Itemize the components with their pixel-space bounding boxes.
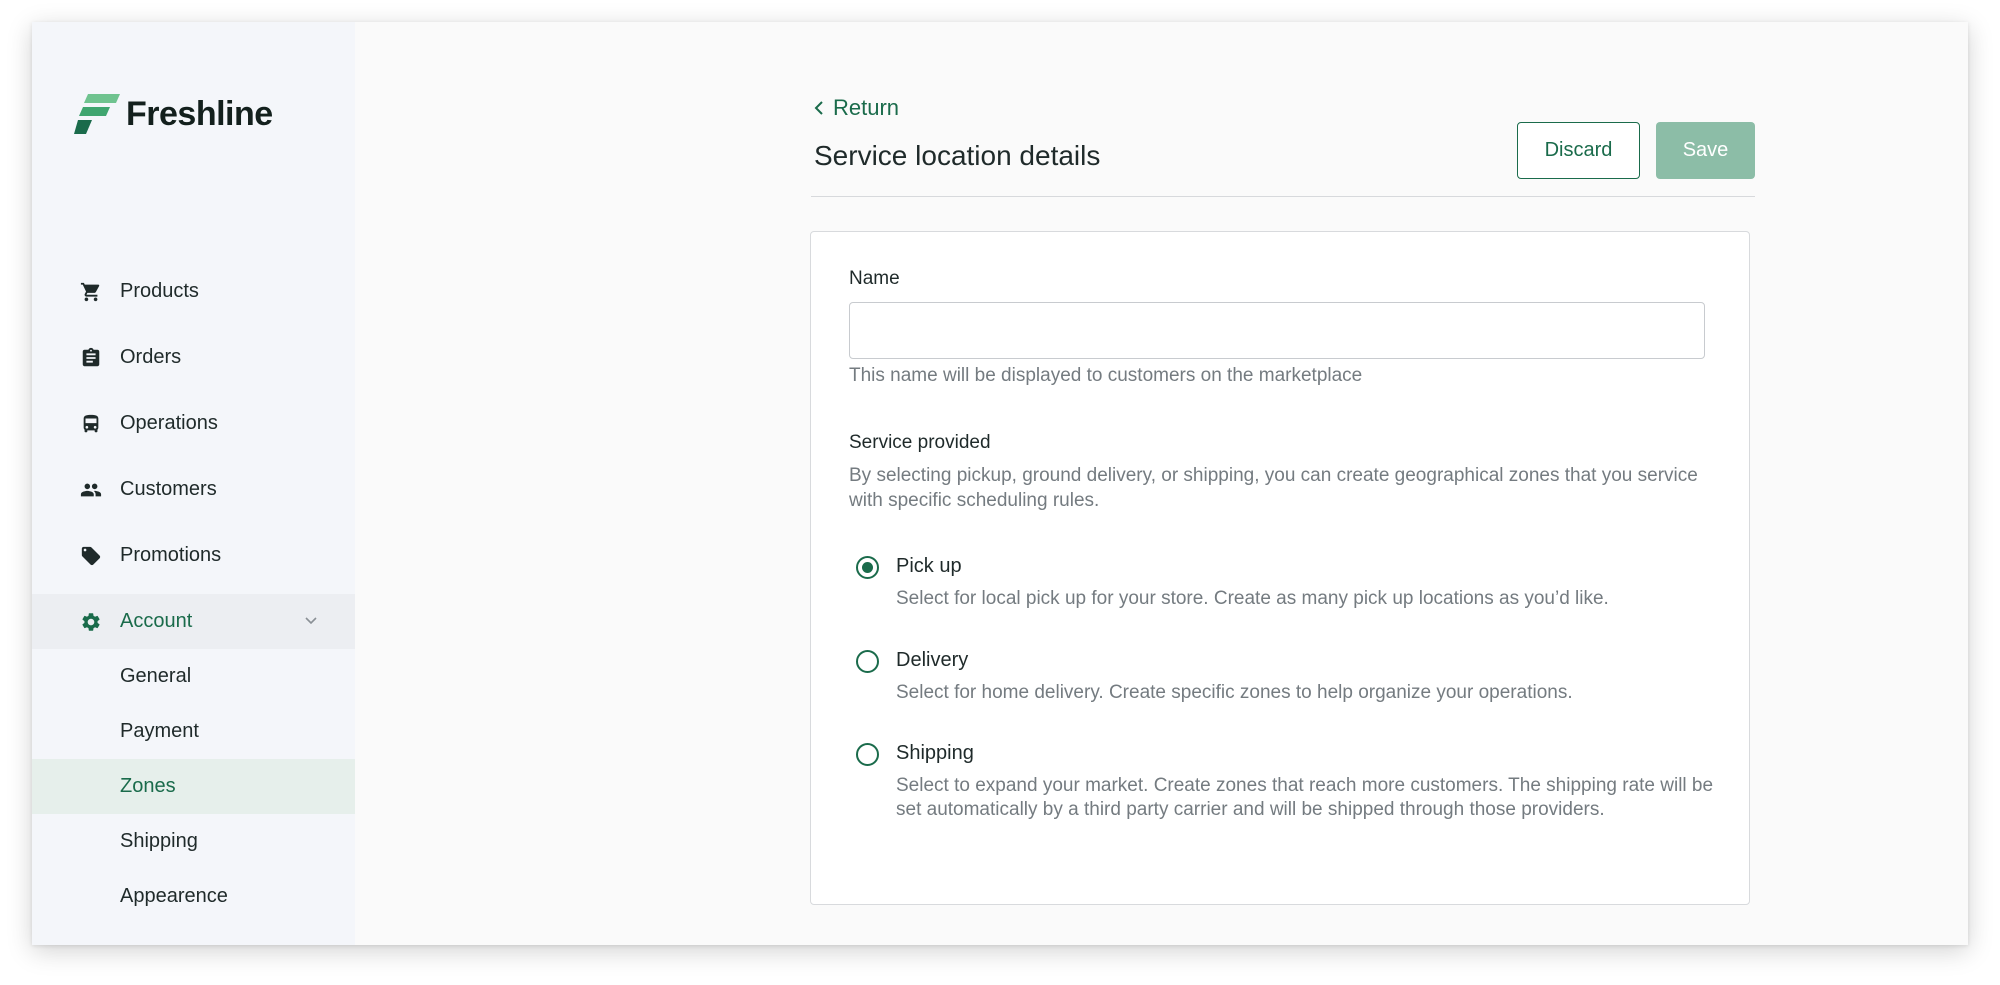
radio-description: Select for local pick up for your store.… bbox=[896, 588, 1609, 609]
sidebar-item-label: Operations bbox=[120, 412, 218, 434]
sidebar-nav: Products Orders Operations Customers Pro… bbox=[32, 264, 355, 924]
page-title: Service location details bbox=[814, 140, 1101, 171]
sidebar-subitem-general[interactable]: General bbox=[32, 649, 355, 704]
name-input[interactable] bbox=[849, 302, 1705, 359]
name-label: Name bbox=[849, 268, 900, 289]
logo-text: Freshline bbox=[126, 94, 273, 133]
sidebar-item-account[interactable]: Account bbox=[32, 594, 355, 649]
sidebar-item-label: Promotions bbox=[120, 544, 222, 566]
radio-button-shipping[interactable] bbox=[856, 743, 879, 766]
cart-icon bbox=[80, 281, 102, 303]
sidebar-subitem-zones[interactable]: Zones bbox=[32, 759, 355, 814]
sidebar-item-label: Products bbox=[120, 280, 199, 302]
tag-icon bbox=[80, 545, 102, 567]
radio-description: Select to expand your market. Create zon… bbox=[896, 775, 1714, 820]
radio-label: Pick up bbox=[896, 555, 962, 577]
clipboard-icon bbox=[80, 347, 102, 369]
sidebar-subitem-appearence[interactable]: Appearence bbox=[32, 869, 355, 924]
sidebar-subitem-shipping[interactable]: Shipping bbox=[32, 814, 355, 869]
service-provided-label: Service provided bbox=[849, 432, 991, 453]
radio-description: Select for home delivery. Create specifi… bbox=[896, 682, 1573, 703]
main-content: Return Service location details Discard … bbox=[355, 22, 1968, 945]
sidebar-item-label: Orders bbox=[120, 346, 182, 368]
gear-icon bbox=[80, 611, 102, 633]
bus-icon bbox=[80, 413, 102, 435]
sidebar-item-products[interactable]: Products bbox=[32, 264, 355, 319]
sidebar-item-customers[interactable]: Customers bbox=[32, 462, 355, 517]
sidebar: Freshline Products Orders Operations Cus… bbox=[32, 22, 355, 945]
sidebar-subitem-payment[interactable]: Payment bbox=[32, 704, 355, 759]
discard-button[interactable]: Discard bbox=[1517, 122, 1640, 179]
return-link[interactable]: Return bbox=[813, 95, 899, 121]
sidebar-item-promotions[interactable]: Promotions bbox=[32, 528, 355, 583]
name-help-text: This name will be displayed to customers… bbox=[849, 365, 1363, 386]
app-window: Freshline Products Orders Operations Cus… bbox=[32, 22, 1968, 945]
chevron-down-icon[interactable] bbox=[303, 612, 319, 628]
account-submenu: General Payment Zones Shipping Appearenc… bbox=[32, 649, 355, 924]
logo[interactable]: Freshline bbox=[74, 94, 273, 134]
service-provided-description: By selecting pickup, ground delivery, or… bbox=[849, 465, 1698, 511]
radio-button-delivery[interactable] bbox=[856, 650, 879, 673]
radio-label: Delivery bbox=[896, 649, 969, 671]
save-button[interactable]: Save bbox=[1656, 122, 1755, 179]
sidebar-item-label: Customers bbox=[120, 478, 217, 500]
people-icon bbox=[80, 479, 102, 501]
sidebar-item-orders[interactable]: Orders bbox=[32, 330, 355, 385]
radio-button-pickup[interactable] bbox=[856, 556, 879, 579]
radio-label: Shipping bbox=[896, 742, 974, 764]
service-location-form: Name This name will be displayed to cust… bbox=[810, 231, 1750, 905]
chevron-left-icon bbox=[814, 101, 823, 115]
freshline-logo-icon bbox=[74, 94, 120, 134]
sidebar-item-label: Account bbox=[120, 610, 193, 632]
header-divider bbox=[811, 196, 1755, 197]
sidebar-item-operations[interactable]: Operations bbox=[32, 396, 355, 451]
return-label: Return bbox=[833, 95, 900, 120]
